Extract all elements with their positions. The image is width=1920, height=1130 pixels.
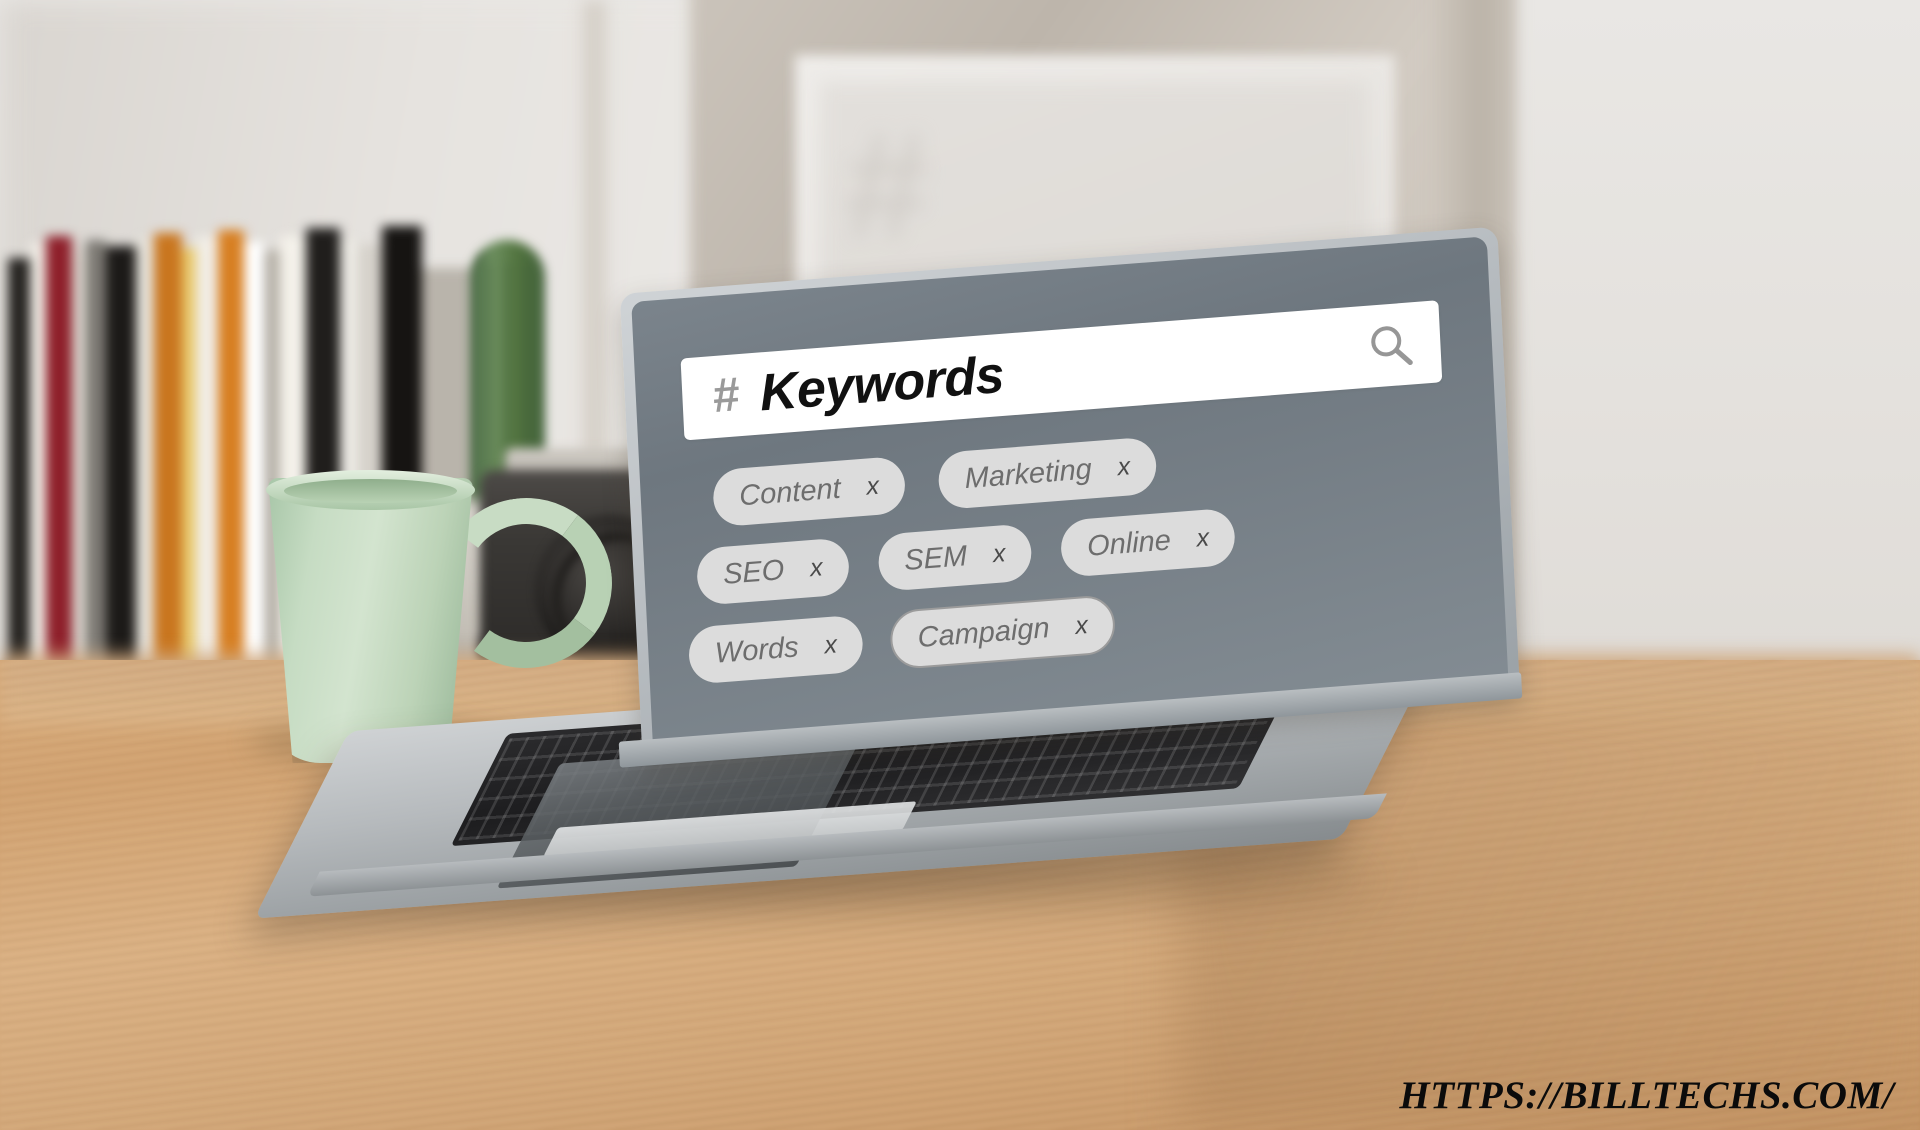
book-spine	[218, 230, 244, 688]
book-spine	[196, 236, 218, 688]
frame-hash-glyph: #	[845, 101, 929, 269]
book-spine	[46, 236, 72, 688]
keyword-tag[interactable]: SEM x	[877, 523, 1033, 592]
book-spine	[72, 250, 86, 688]
remove-tag-icon[interactable]: x	[1117, 452, 1131, 482]
watermark-url: HTTPS://BILLTECHS.COM/	[1399, 1074, 1894, 1117]
hashtag-icon: #	[711, 368, 740, 424]
book-spine	[244, 242, 264, 688]
keyword-tag-label: Online	[1086, 524, 1172, 563]
keyword-tag[interactable]: Words x	[687, 614, 865, 685]
remove-tag-icon[interactable]: x	[1075, 611, 1089, 641]
book-spine	[8, 258, 30, 688]
remove-tag-icon[interactable]: x	[866, 472, 880, 502]
keyword-tag[interactable]: Campaign x	[889, 594, 1117, 671]
remove-tag-icon[interactable]: x	[992, 539, 1006, 569]
keyword-tag-label: Words	[714, 631, 800, 670]
search-input-value[interactable]: Keywords	[759, 346, 1006, 423]
search-bar-content: # Keywords	[711, 346, 1006, 424]
book-spine	[182, 248, 196, 688]
book-spine	[30, 242, 46, 688]
laptop: # Keywords Content x Marketing x SEO x SEM x Onl…	[254, 226, 1540, 919]
book-spine	[264, 250, 280, 688]
keyword-tag-label: SEO	[722, 554, 785, 591]
keyword-tag[interactable]: SEO x	[695, 537, 850, 606]
search-bar[interactable]: # Keywords	[680, 300, 1443, 441]
keyword-tag-label: Content	[738, 472, 842, 513]
keyword-tag-label: Marketing	[963, 453, 1093, 496]
scene-stage: # # Keywords Content x Marketing x SEO x…	[0, 0, 1920, 1130]
book-spine	[86, 240, 106, 688]
book-spine	[106, 246, 136, 688]
keyword-tag[interactable]: Content x	[712, 455, 907, 528]
search-icon[interactable]	[1365, 319, 1415, 371]
book-spine	[154, 233, 182, 688]
keyword-tag[interactable]: Marketing x	[937, 436, 1158, 511]
remove-tag-icon[interactable]: x	[1196, 524, 1210, 554]
keyword-tag-label: SEM	[903, 540, 968, 577]
keyword-tag[interactable]: Online x	[1059, 507, 1237, 578]
remove-tag-icon[interactable]: x	[824, 630, 838, 660]
keyword-tag-label: Campaign	[916, 612, 1051, 655]
keyword-tag-list: Content x Marketing x SEO x SEM x Online x Words x C…	[680, 413, 1469, 706]
remove-tag-icon[interactable]: x	[809, 553, 823, 583]
book-spine	[136, 238, 154, 688]
laptop-screen: # Keywords Content x Marketing x SEO x SEM x Onl…	[643, 263, 1499, 747]
